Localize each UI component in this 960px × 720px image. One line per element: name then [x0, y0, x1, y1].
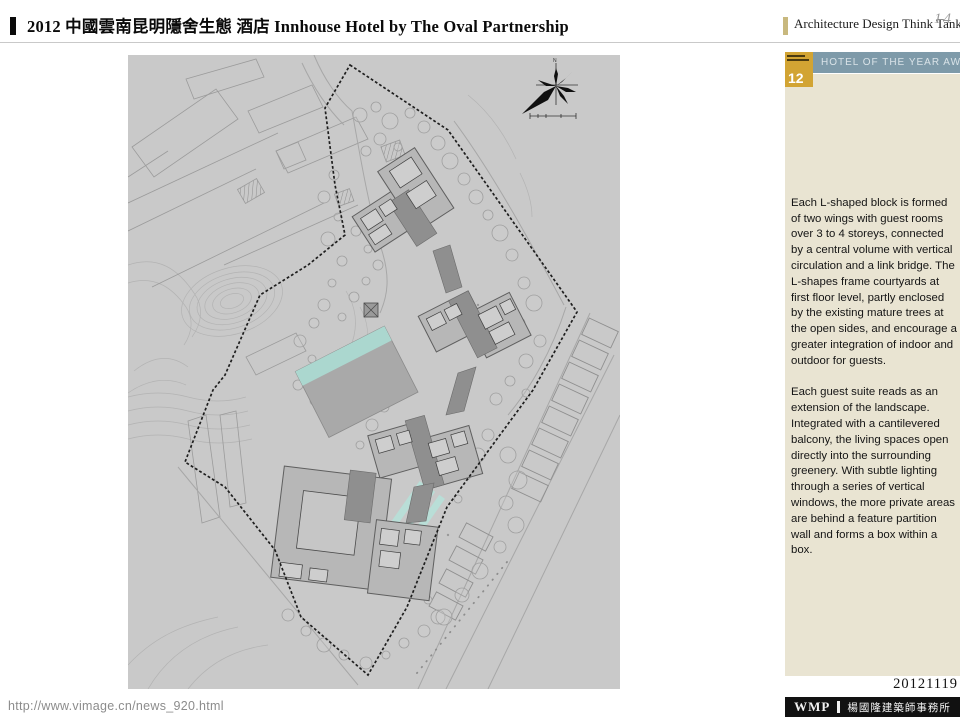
page-title: 2012 中國雲南昆明隱舍生態 酒店 Innhouse Hotel by The…: [27, 13, 747, 37]
awards-banner: HOTEL OF THE YEAR AWARDS 2012: [813, 52, 960, 73]
source-url[interactable]: http://www.vimage.cn/news_920.html: [8, 699, 224, 713]
awards-banner-title: HOTEL OF THE YEAR AWARDS: [821, 57, 960, 68]
description-paragraph-2: Each guest suite reads as an extension o…: [791, 385, 957, 559]
logo-divider-bar: [837, 701, 840, 713]
header-right-marker-bar: [783, 17, 788, 35]
awards-badge: 12: [785, 52, 813, 87]
badge-fine-print: [787, 59, 809, 61]
gazebo: [364, 303, 378, 317]
header-divider: [0, 42, 960, 43]
badge-fine-print: [787, 55, 805, 57]
slide-page: 2012 中國雲南昆明隱舍生態 酒店 Innhouse Hotel by The…: [0, 0, 960, 720]
svg-text:N: N: [553, 58, 557, 64]
firm-name: 楊國隆建築師事務所: [847, 700, 951, 715]
page-number: 14: [934, 11, 953, 28]
firm-logo-bar: WMP 楊國隆建築師事務所: [785, 697, 960, 717]
badge-year: 12: [788, 70, 804, 86]
date-stamp: 20121119: [893, 676, 958, 693]
description-text: Each L-shaped block is formed of two win…: [791, 180, 957, 575]
wmp-logo: WMP: [794, 699, 830, 715]
site-plan: N: [128, 55, 620, 689]
title-marker-bar: [10, 17, 16, 35]
description-paragraph-1: Each L-shaped block is formed of two win…: [791, 196, 957, 370]
site-plan-figure: N: [128, 55, 620, 689]
